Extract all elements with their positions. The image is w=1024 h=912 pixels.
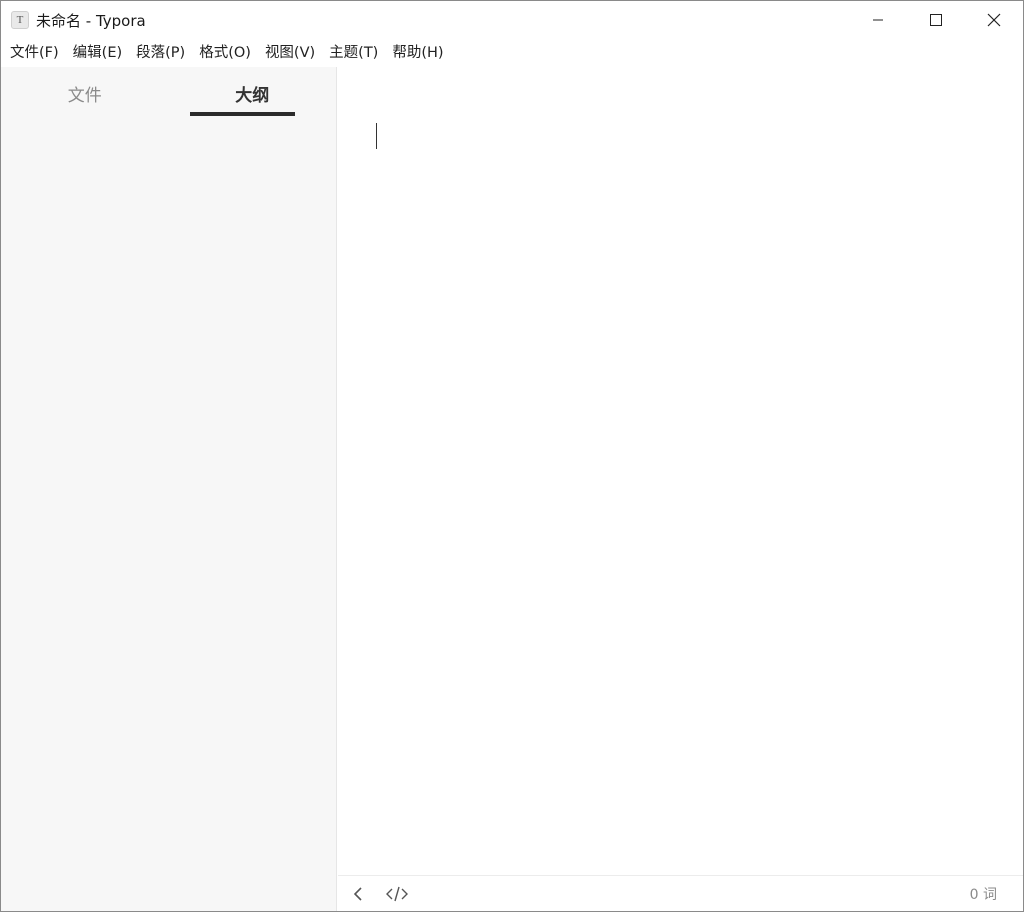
word-count[interactable]: 0 词	[970, 884, 997, 904]
text-caret	[376, 123, 377, 149]
menu-edit[interactable]: 编辑(E)	[66, 40, 129, 66]
minimize-button[interactable]	[849, 1, 907, 39]
title-bar[interactable]: T 未命名 - Typora	[1, 1, 1023, 39]
menu-format[interactable]: 格式(O)	[192, 40, 258, 66]
menu-file[interactable]: 文件(F)	[3, 40, 66, 66]
close-button[interactable]	[965, 1, 1023, 39]
tab-files[interactable]: 文件	[1, 67, 169, 119]
app-icon-letter: T	[16, 14, 24, 26]
sidebar-tabs: 文件 大纲	[1, 67, 336, 119]
status-bar: 0 词	[338, 875, 1023, 911]
typora-app-icon: T	[11, 11, 29, 29]
minimize-icon	[873, 19, 883, 21]
source-mode-button[interactable]	[382, 879, 412, 909]
menu-view[interactable]: 视图(V)	[258, 40, 322, 66]
toggle-sidebar-button[interactable]	[346, 879, 370, 909]
menu-help[interactable]: 帮助(H)	[385, 40, 450, 66]
editor-area[interactable]	[338, 67, 1023, 875]
maximize-icon	[930, 14, 942, 26]
close-icon	[987, 13, 1001, 27]
menu-bar: 文件(F) 编辑(E) 段落(P) 格式(O) 视图(V) 主题(T) 帮助(H…	[1, 39, 1023, 67]
sidebar: 文件 大纲	[1, 67, 337, 911]
menu-themes[interactable]: 主题(T)	[322, 40, 385, 66]
menu-paragraph[interactable]: 段落(P)	[129, 40, 192, 66]
maximize-button[interactable]	[907, 1, 965, 39]
chevron-left-icon	[353, 887, 362, 901]
active-tab-indicator	[190, 112, 295, 116]
window-controls	[849, 1, 1023, 39]
window-title: 未命名 - Typora	[36, 11, 146, 30]
code-icon	[386, 886, 408, 902]
typora-window: T 未命名 - Typora 文件(F) 编辑(E) 段落(P) 格式(O) 视…	[0, 0, 1024, 912]
